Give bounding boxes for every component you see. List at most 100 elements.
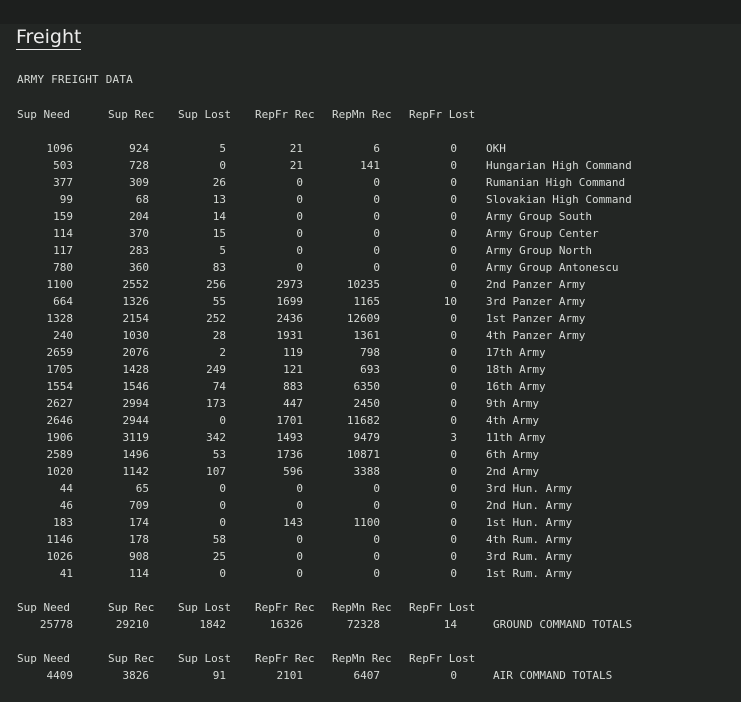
cell-sup-need: 2627 bbox=[46, 397, 74, 410]
cell-sup-rec: 1326 bbox=[122, 295, 150, 308]
cell-repfr-lost: 0 bbox=[450, 465, 457, 478]
cell-repfr-lost: 0 bbox=[450, 516, 457, 529]
cell-repfr-lost: 0 bbox=[450, 482, 457, 495]
table-row: 1554 1546 74 883 6350 0 16th Army bbox=[0, 378, 741, 395]
cell-sup-need: 99 bbox=[59, 193, 73, 206]
cell-repfr-rec: 447 bbox=[283, 397, 303, 410]
cell-sup-need: 377 bbox=[53, 176, 73, 189]
cell-sup-lost: 2 bbox=[219, 346, 226, 359]
cell-sup-rec: 2154 bbox=[122, 312, 150, 325]
cell-sup-lost: 0 bbox=[219, 482, 226, 495]
cell-repmn-rec: 1361 bbox=[353, 329, 381, 342]
cell-command-name: Slovakian High Command bbox=[486, 193, 632, 206]
table-row: 44 65 0 0 0 0 3rd Hun. Army bbox=[0, 480, 741, 497]
cell-repfr-lost: 0 bbox=[450, 159, 457, 172]
table-row: 1100 2552 256 2973 10235 0 2nd Panzer Army bbox=[0, 276, 741, 293]
column-header-repfr-rec: RepFr Rec bbox=[255, 652, 315, 665]
cell-sup-rec: 3826 bbox=[122, 669, 150, 682]
air-totals-header-row: Sup Need Sup Rec Sup Lost RepFr Rec RepMn Re… bbox=[0, 650, 741, 667]
army-header-row: Sup Need Sup Rec Sup Lost RepFr Rec RepMn Re… bbox=[0, 106, 741, 123]
cell-repfr-lost: 0 bbox=[450, 312, 457, 325]
cell-sup-lost: 58 bbox=[212, 533, 226, 546]
column-header-repfr-lost: RepFr Lost bbox=[409, 652, 476, 665]
cell-command-name: AIR COMMAND TOTALS bbox=[493, 669, 613, 682]
cell-sup-rec: 370 bbox=[129, 227, 149, 240]
table-row: 503 728 0 21 141 0 Hungarian High Command bbox=[0, 157, 741, 174]
cell-repfr-lost: 0 bbox=[450, 227, 457, 240]
table-row: 1705 1428 249 121 693 0 18th Army bbox=[0, 361, 741, 378]
cell-repmn-rec: 6350 bbox=[353, 380, 381, 393]
cell-sup-rec: 360 bbox=[129, 261, 149, 274]
cell-sup-rec: 114 bbox=[129, 567, 149, 580]
column-header-repfr-lost: RepFr Lost bbox=[409, 108, 476, 121]
table-row: 1328 2154 252 2436 12609 0 1st Panzer Army bbox=[0, 310, 741, 327]
cell-sup-rec: 2944 bbox=[122, 414, 150, 427]
cell-repfr-lost: 0 bbox=[450, 533, 457, 546]
cell-sup-need: 1705 bbox=[46, 363, 74, 376]
cell-repfr-lost: 0 bbox=[450, 380, 457, 393]
cell-sup-need: 117 bbox=[53, 244, 73, 257]
cell-repmn-rec: 0 bbox=[373, 176, 380, 189]
column-header-sup-need: Sup Need bbox=[17, 652, 70, 665]
cell-sup-lost: 25 bbox=[212, 550, 226, 563]
table-row: 183 174 0 143 1100 0 1st Hun. Army bbox=[0, 514, 741, 531]
cell-sup-lost: 14 bbox=[212, 210, 226, 223]
cell-sup-lost: 26 bbox=[212, 176, 226, 189]
cell-sup-need: 44 bbox=[59, 482, 73, 495]
top-bar bbox=[0, 0, 741, 24]
cell-sup-lost: 0 bbox=[219, 567, 226, 580]
ground-totals-header-row: Sup Need Sup Rec Sup Lost RepFr Rec RepMn Re… bbox=[0, 599, 741, 616]
cell-sup-rec: 1142 bbox=[122, 465, 150, 478]
cell-sup-rec: 309 bbox=[129, 176, 149, 189]
cell-repfr-rec: 119 bbox=[283, 346, 303, 359]
cell-sup-rec: 283 bbox=[129, 244, 149, 257]
cell-repfr-rec: 0 bbox=[296, 482, 303, 495]
cell-sup-lost: 173 bbox=[206, 397, 226, 410]
column-header-repmn-rec: RepMn Rec bbox=[332, 601, 392, 614]
cell-repfr-rec: 0 bbox=[296, 227, 303, 240]
cell-sup-need: 1328 bbox=[46, 312, 74, 325]
cell-sup-need: 1020 bbox=[46, 465, 74, 478]
cell-repfr-lost: 10 bbox=[443, 295, 457, 308]
cell-sup-rec: 174 bbox=[129, 516, 149, 529]
cell-repmn-rec: 0 bbox=[373, 499, 380, 512]
ground-totals-row: 25778 29210 1842 16326 72328 14 GROUND COMMAND… bbox=[0, 616, 741, 633]
cell-repfr-lost: 0 bbox=[450, 142, 457, 155]
cell-repfr-lost: 0 bbox=[450, 363, 457, 376]
cell-command-name: Rumanian High Command bbox=[486, 176, 626, 189]
cell-repmn-rec: 0 bbox=[373, 227, 380, 240]
cell-repmn-rec: 0 bbox=[373, 482, 380, 495]
column-header-sup-rec: Sup Rec bbox=[108, 601, 155, 614]
cell-repfr-rec: 596 bbox=[283, 465, 303, 478]
cell-sup-rec: 709 bbox=[129, 499, 149, 512]
table-row: 2589 1496 53 1736 10871 0 6th Army bbox=[0, 446, 741, 463]
column-header-sup-rec: Sup Rec bbox=[108, 652, 155, 665]
cell-sup-lost: 28 bbox=[212, 329, 226, 342]
cell-repmn-rec: 10871 bbox=[346, 448, 380, 461]
cell-repmn-rec: 0 bbox=[373, 193, 380, 206]
section-title: ARMY FREIGHT DATA bbox=[17, 73, 133, 86]
cell-sup-need: 41 bbox=[59, 567, 73, 580]
cell-sup-rec: 728 bbox=[129, 159, 149, 172]
table-row: 2627 2994 173 447 2450 0 9th Army bbox=[0, 395, 741, 412]
cell-command-name: Hungarian High Command bbox=[486, 159, 632, 172]
cell-repmn-rec: 0 bbox=[373, 261, 380, 274]
cell-repfr-lost: 0 bbox=[450, 176, 457, 189]
cell-repmn-rec: 141 bbox=[360, 159, 380, 172]
cell-repfr-lost: 0 bbox=[450, 448, 457, 461]
cell-repmn-rec: 0 bbox=[373, 533, 380, 546]
cell-repmn-rec: 10235 bbox=[346, 278, 380, 291]
cell-sup-lost: 5 bbox=[219, 142, 226, 155]
table-row: 2659 2076 2 119 798 0 17th Army bbox=[0, 344, 741, 361]
cell-repmn-rec: 0 bbox=[373, 244, 380, 257]
cell-sup-rec: 1030 bbox=[122, 329, 150, 342]
cell-sup-lost: 256 bbox=[206, 278, 226, 291]
cell-sup-need: 240 bbox=[53, 329, 73, 342]
cell-sup-rec: 1496 bbox=[122, 448, 150, 461]
cell-sup-lost: 0 bbox=[219, 499, 226, 512]
cell-command-name: 1st Hun. Army bbox=[486, 516, 573, 529]
cell-sup-lost: 55 bbox=[212, 295, 226, 308]
column-header-sup-lost: Sup Lost bbox=[178, 601, 231, 614]
cell-repfr-rec: 1736 bbox=[276, 448, 304, 461]
cell-command-name: Army Group South bbox=[486, 210, 592, 223]
